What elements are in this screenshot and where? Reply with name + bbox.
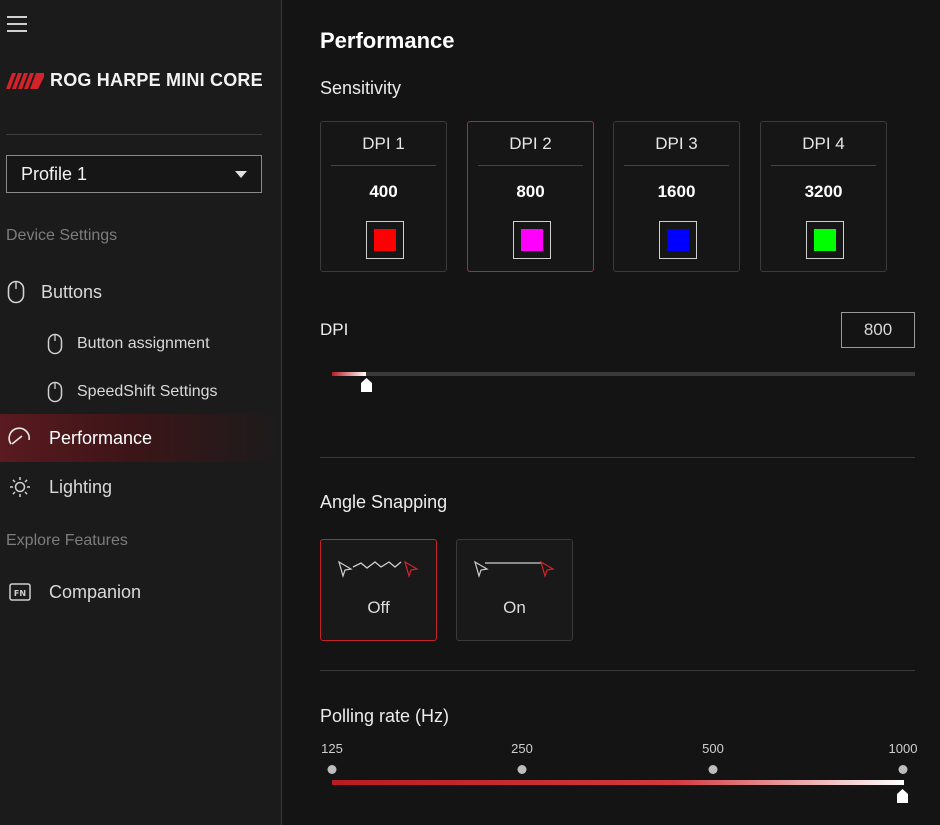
main-panel: Performance Sensitivity DPI 1 400 DPI 2 … <box>282 0 940 825</box>
polling-rate-tick-label: 1000 <box>888 741 918 756</box>
dpi-stage-card-3[interactable]: DPI 3 1600 <box>613 121 740 272</box>
dpi-label: DPI <box>320 320 349 339</box>
brand: ROG HARPE MINI CORE <box>6 70 263 91</box>
polling-rate-step-500[interactable] <box>708 765 718 774</box>
hamburger-menu-icon[interactable] <box>7 16 27 32</box>
sidebar-item-companion[interactable]: FN Companion <box>0 578 282 606</box>
polling-rate-step-125[interactable] <box>327 765 337 774</box>
option-label: On <box>503 598 526 617</box>
polling-rate-tick-label: 125 <box>321 741 343 756</box>
polling-rate-step-250[interactable] <box>517 765 527 774</box>
option-label: Off <box>367 598 390 617</box>
dpi-stage-label: DPI 2 <box>478 134 583 166</box>
profile-selected: Profile 1 <box>21 163 88 184</box>
sidebar-item-speedshift-settings[interactable]: SpeedShift Settings <box>0 379 282 405</box>
dpi-stage-label: DPI 4 <box>771 134 876 166</box>
dpi-stage-label: DPI 1 <box>331 134 436 166</box>
polling-rate-heading: Polling rate (Hz) <box>320 706 450 726</box>
section-divider <box>320 457 915 458</box>
polling-rate-step-1000[interactable] <box>898 765 908 774</box>
dpi-color-picker[interactable] <box>366 221 404 259</box>
sidebar-item-performance[interactable]: Performance <box>0 414 282 462</box>
angle-snapping-heading: Angle Snapping <box>320 492 448 512</box>
straight-path-icon <box>474 560 555 579</box>
sidebar-item-label: Buttons <box>41 281 103 302</box>
angle-snapping-on-option[interactable]: On <box>456 539 573 641</box>
mouse-icon <box>5 279 27 305</box>
dpi-stage-label: DPI 3 <box>624 134 729 166</box>
sun-icon <box>8 474 32 500</box>
polling-rate-slider-thumb[interactable] <box>897 789 908 803</box>
sensitivity-heading: Sensitivity <box>320 78 402 98</box>
color-swatch <box>521 229 543 251</box>
dpi-stage-card-1[interactable]: DPI 1 400 <box>320 121 447 272</box>
section-divider <box>320 670 915 671</box>
wavy-path-icon <box>338 560 419 579</box>
chevron-down-icon <box>235 170 247 178</box>
profile-dropdown[interactable]: Profile 1 <box>6 155 262 193</box>
sidebar-item-buttons[interactable]: Buttons <box>0 278 282 306</box>
rog-logo-icon <box>6 72 44 89</box>
dpi-slider-track[interactable] <box>332 372 915 392</box>
polling-rate-tick-label: 250 <box>511 741 533 756</box>
dpi-stage-value: 800 <box>516 182 545 201</box>
sidebar-item-label: Button assignment <box>77 335 210 352</box>
dpi-color-picker[interactable] <box>806 221 844 259</box>
dpi-color-picker[interactable] <box>659 221 697 259</box>
dpi-slider-fill <box>332 372 367 376</box>
mouse-icon <box>44 379 66 405</box>
device-settings-heading: Device Settings <box>6 227 118 244</box>
fn-key-icon: FN <box>8 579 32 605</box>
svg-text:FN: FN <box>14 589 26 598</box>
polling-rate-slider-track[interactable] <box>332 780 904 785</box>
dpi-value-input[interactable] <box>841 312 915 348</box>
sidebar-item-lighting[interactable]: Lighting <box>0 473 282 501</box>
sidebar-item-label: Lighting <box>49 476 113 497</box>
gauge-icon <box>7 425 33 451</box>
dpi-stage-card-4[interactable]: DPI 4 3200 <box>760 121 887 272</box>
dpi-stage-value: 3200 <box>804 182 843 201</box>
dpi-stage-value: 1600 <box>657 182 696 201</box>
color-swatch <box>374 229 396 251</box>
dpi-slider-thumb[interactable] <box>360 378 372 392</box>
angle-snapping-off-option[interactable]: Off <box>320 539 437 641</box>
mouse-icon <box>44 331 66 357</box>
divider <box>6 134 262 135</box>
color-swatch <box>814 229 836 251</box>
sidebar-item-label: Performance <box>49 427 153 448</box>
dpi-stage-card-2[interactable]: DPI 2 800 <box>467 121 594 272</box>
color-swatch <box>667 229 689 251</box>
sidebar-item-label: SpeedShift Settings <box>77 383 218 400</box>
dpi-color-picker[interactable] <box>513 221 551 259</box>
device-name: ROG HARPE MINI CORE <box>50 70 263 90</box>
sidebar: ROG HARPE MINI CORE Profile 1 Device Set… <box>0 0 282 825</box>
page-title: Performance <box>320 28 455 53</box>
sidebar-item-button-assignment[interactable]: Button assignment <box>0 331 282 357</box>
sidebar-item-label: Companion <box>49 581 142 602</box>
dpi-stage-value: 400 <box>369 182 398 201</box>
polling-rate-tick-label: 500 <box>702 741 724 756</box>
explore-features-heading: Explore Features <box>6 532 128 549</box>
